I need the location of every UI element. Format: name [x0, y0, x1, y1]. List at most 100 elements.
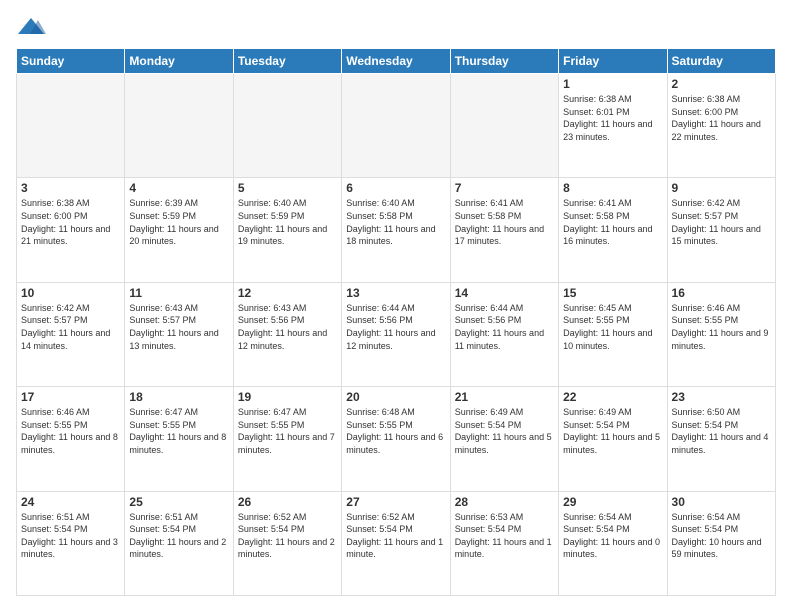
cell-text: Sunrise: 6:38 AM Sunset: 6:00 PM Dayligh… [21, 197, 120, 247]
cell-text: Sunrise: 6:44 AM Sunset: 5:56 PM Dayligh… [346, 302, 445, 352]
col-header-monday: Monday [125, 49, 233, 74]
calendar-cell: 12 Sunrise: 6:43 AM Sunset: 5:56 PM Dayli… [233, 282, 341, 386]
cell-text: Sunrise: 6:38 AM Sunset: 6:00 PM Dayligh… [672, 93, 771, 143]
calendar-cell: 17 Sunrise: 6:46 AM Sunset: 5:55 PM Dayli… [17, 387, 125, 491]
calendar-cell: 24 Sunrise: 6:51 AM Sunset: 5:54 PM Dayli… [17, 491, 125, 595]
cell-text: Sunrise: 6:46 AM Sunset: 5:55 PM Dayligh… [672, 302, 771, 352]
cell-text: Sunrise: 6:49 AM Sunset: 5:54 PM Dayligh… [563, 406, 662, 456]
calendar-row-2: 10 Sunrise: 6:42 AM Sunset: 5:57 PM Dayli… [17, 282, 776, 386]
cell-text: Sunrise: 6:54 AM Sunset: 5:54 PM Dayligh… [563, 511, 662, 561]
day-number: 22 [563, 390, 662, 404]
cell-text: Sunrise: 6:38 AM Sunset: 6:01 PM Dayligh… [563, 93, 662, 143]
calendar-cell: 18 Sunrise: 6:47 AM Sunset: 5:55 PM Dayli… [125, 387, 233, 491]
calendar-cell: 29 Sunrise: 6:54 AM Sunset: 5:54 PM Dayli… [559, 491, 667, 595]
day-number: 7 [455, 181, 554, 195]
cell-text: Sunrise: 6:48 AM Sunset: 5:55 PM Dayligh… [346, 406, 445, 456]
day-number: 11 [129, 286, 228, 300]
cell-text: Sunrise: 6:52 AM Sunset: 5:54 PM Dayligh… [238, 511, 337, 561]
page: SundayMondayTuesdayWednesdayThursdayFrid… [0, 0, 792, 612]
cell-text: Sunrise: 6:47 AM Sunset: 5:55 PM Dayligh… [238, 406, 337, 456]
calendar-cell [125, 74, 233, 178]
calendar-cell: 4 Sunrise: 6:39 AM Sunset: 5:59 PM Daylig… [125, 178, 233, 282]
calendar-cell: 2 Sunrise: 6:38 AM Sunset: 6:00 PM Daylig… [667, 74, 775, 178]
cell-text: Sunrise: 6:49 AM Sunset: 5:54 PM Dayligh… [455, 406, 554, 456]
day-number: 21 [455, 390, 554, 404]
cell-text: Sunrise: 6:47 AM Sunset: 5:55 PM Dayligh… [129, 406, 228, 456]
day-number: 27 [346, 495, 445, 509]
calendar-cell: 1 Sunrise: 6:38 AM Sunset: 6:01 PM Daylig… [559, 74, 667, 178]
day-number: 9 [672, 181, 771, 195]
day-number: 16 [672, 286, 771, 300]
calendar-cell: 9 Sunrise: 6:42 AM Sunset: 5:57 PM Daylig… [667, 178, 775, 282]
cell-text: Sunrise: 6:41 AM Sunset: 5:58 PM Dayligh… [455, 197, 554, 247]
calendar-cell: 8Sunrise: 6:41 AM Sunset: 5:58 PM Daylig… [559, 178, 667, 282]
cell-text: Sunrise: 6:42 AM Sunset: 5:57 PM Dayligh… [21, 302, 120, 352]
col-header-wednesday: Wednesday [342, 49, 450, 74]
col-header-friday: Friday [559, 49, 667, 74]
calendar-cell [450, 74, 558, 178]
calendar-cell: 14 Sunrise: 6:44 AM Sunset: 5:56 PM Dayli… [450, 282, 558, 386]
day-number: 23 [672, 390, 771, 404]
calendar-table: SundayMondayTuesdayWednesdayThursdayFrid… [16, 48, 776, 596]
day-number: 17 [21, 390, 120, 404]
cell-text: Sunrise: 6:50 AM Sunset: 5:54 PM Dayligh… [672, 406, 771, 456]
day-number: 30 [672, 495, 771, 509]
cell-text: Sunrise: 6:54 AM Sunset: 5:54 PM Dayligh… [672, 511, 771, 561]
col-header-sunday: Sunday [17, 49, 125, 74]
day-number: 5 [238, 181, 337, 195]
cell-text: Sunrise: 6:51 AM Sunset: 5:54 PM Dayligh… [129, 511, 228, 561]
cell-text: Sunrise: 6:46 AM Sunset: 5:55 PM Dayligh… [21, 406, 120, 456]
calendar-cell: 3 Sunrise: 6:38 AM Sunset: 6:00 PM Daylig… [17, 178, 125, 282]
calendar-cell: 30 Sunrise: 6:54 AM Sunset: 5:54 PM Dayli… [667, 491, 775, 595]
calendar-cell: 15Sunrise: 6:45 AM Sunset: 5:55 PM Dayli… [559, 282, 667, 386]
calendar-cell: 22 Sunrise: 6:49 AM Sunset: 5:54 PM Dayli… [559, 387, 667, 491]
logo-icon [16, 16, 46, 38]
cell-text: Sunrise: 6:53 AM Sunset: 5:54 PM Dayligh… [455, 511, 554, 561]
day-number: 25 [129, 495, 228, 509]
cell-text: Sunrise: 6:42 AM Sunset: 5:57 PM Dayligh… [672, 197, 771, 247]
calendar-row-3: 17 Sunrise: 6:46 AM Sunset: 5:55 PM Dayli… [17, 387, 776, 491]
calendar-cell: 11 Sunrise: 6:43 AM Sunset: 5:57 PM Dayli… [125, 282, 233, 386]
cell-text: Sunrise: 6:41 AM Sunset: 5:58 PM Dayligh… [563, 197, 662, 247]
cell-text: Sunrise: 6:51 AM Sunset: 5:54 PM Dayligh… [21, 511, 120, 561]
day-number: 10 [21, 286, 120, 300]
calendar-row-4: 24 Sunrise: 6:51 AM Sunset: 5:54 PM Dayli… [17, 491, 776, 595]
cell-text: Sunrise: 6:44 AM Sunset: 5:56 PM Dayligh… [455, 302, 554, 352]
logo [16, 16, 50, 38]
calendar-cell: 23 Sunrise: 6:50 AM Sunset: 5:54 PM Dayli… [667, 387, 775, 491]
calendar-cell: 27Sunrise: 6:52 AM Sunset: 5:54 PM Dayli… [342, 491, 450, 595]
day-number: 12 [238, 286, 337, 300]
col-header-thursday: Thursday [450, 49, 558, 74]
calendar-row-1: 3 Sunrise: 6:38 AM Sunset: 6:00 PM Daylig… [17, 178, 776, 282]
calendar-cell [342, 74, 450, 178]
calendar-cell [17, 74, 125, 178]
calendar-cell: 25 Sunrise: 6:51 AM Sunset: 5:54 PM Dayli… [125, 491, 233, 595]
day-number: 6 [346, 181, 445, 195]
cell-text: Sunrise: 6:45 AM Sunset: 5:55 PM Dayligh… [563, 302, 662, 352]
day-number: 2 [672, 77, 771, 91]
day-number: 1 [563, 77, 662, 91]
day-number: 18 [129, 390, 228, 404]
col-header-saturday: Saturday [667, 49, 775, 74]
day-number: 29 [563, 495, 662, 509]
cell-text: Sunrise: 6:43 AM Sunset: 5:56 PM Dayligh… [238, 302, 337, 352]
cell-text: Sunrise: 6:40 AM Sunset: 5:59 PM Dayligh… [238, 197, 337, 247]
day-number: 3 [21, 181, 120, 195]
header [16, 16, 776, 38]
cell-text: Sunrise: 6:39 AM Sunset: 5:59 PM Dayligh… [129, 197, 228, 247]
cell-text: Sunrise: 6:43 AM Sunset: 5:57 PM Dayligh… [129, 302, 228, 352]
calendar-cell: 7 Sunrise: 6:41 AM Sunset: 5:58 PM Daylig… [450, 178, 558, 282]
day-number: 24 [21, 495, 120, 509]
day-number: 28 [455, 495, 554, 509]
col-header-tuesday: Tuesday [233, 49, 341, 74]
day-number: 26 [238, 495, 337, 509]
day-number: 13 [346, 286, 445, 300]
calendar-cell: 10 Sunrise: 6:42 AM Sunset: 5:57 PM Dayli… [17, 282, 125, 386]
day-number: 20 [346, 390, 445, 404]
day-number: 14 [455, 286, 554, 300]
day-number: 4 [129, 181, 228, 195]
calendar-cell: 21 Sunrise: 6:49 AM Sunset: 5:54 PM Dayli… [450, 387, 558, 491]
calendar-cell: 19Sunrise: 6:47 AM Sunset: 5:55 PM Dayli… [233, 387, 341, 491]
calendar-header-row: SundayMondayTuesdayWednesdayThursdayFrid… [17, 49, 776, 74]
calendar-cell: 13 Sunrise: 6:44 AM Sunset: 5:56 PM Dayli… [342, 282, 450, 386]
